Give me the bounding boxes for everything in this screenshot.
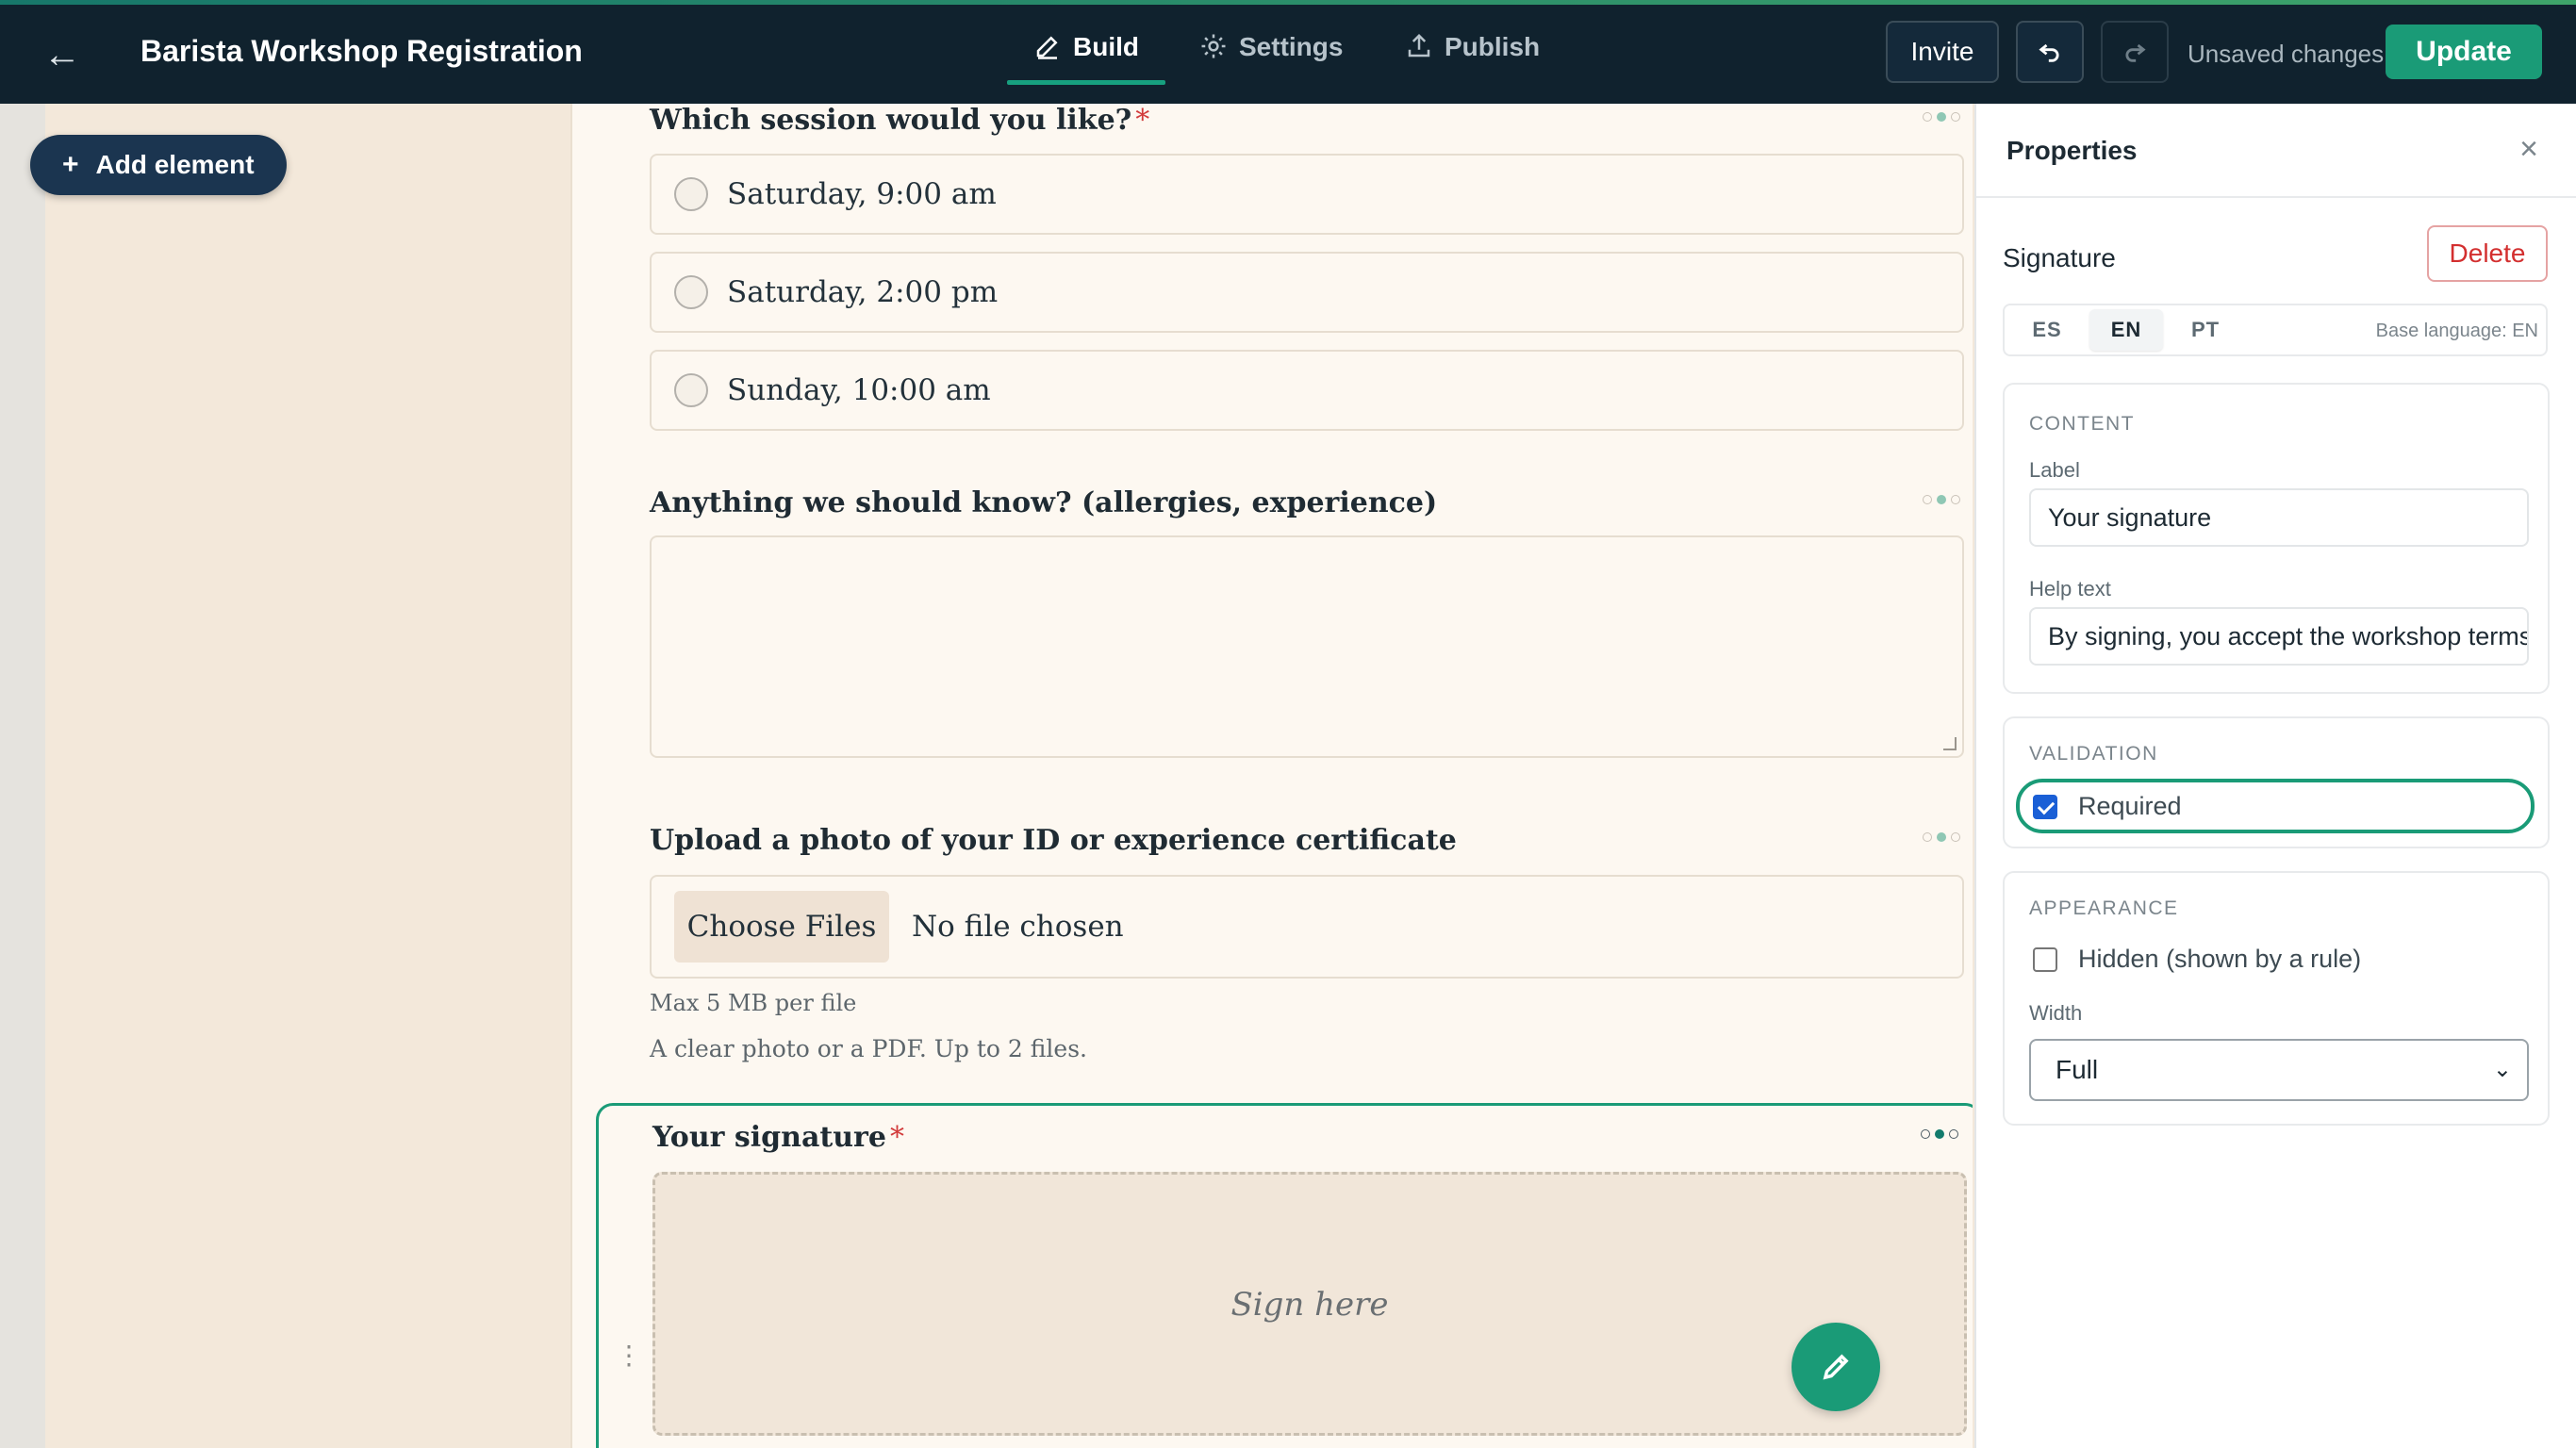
update-button[interactable]: Update <box>2386 25 2542 79</box>
label-input[interactable]: Your signature <box>2029 488 2529 547</box>
close-icon[interactable]: × <box>2512 132 2546 166</box>
validation-heading: VALIDATION <box>2029 743 2158 765</box>
tab-build[interactable]: Build <box>1007 32 1165 85</box>
back-arrow-icon[interactable]: ← <box>41 34 83 75</box>
element-menu-dots-icon[interactable] <box>1923 494 1968 505</box>
left-panel <box>45 104 570 1448</box>
session-option-3[interactable]: Sunday, 10:00 am <box>650 350 1964 431</box>
required-asterisk: * <box>889 1121 904 1154</box>
element-menu-dots-icon[interactable] <box>1923 831 1968 843</box>
choose-files-button[interactable]: Choose Files <box>674 891 889 963</box>
width-field-title: Width <box>2029 1001 2083 1025</box>
upload-icon <box>1408 33 1430 58</box>
required-label: Required <box>2078 792 2182 820</box>
hidden-label: Hidden (shown by a rule) <box>2078 945 2362 973</box>
radio-button[interactable] <box>674 275 708 309</box>
tab-settings-label: Settings <box>1239 32 1344 61</box>
properties-title: Properties <box>2006 136 2138 165</box>
radio-button[interactable] <box>674 177 708 211</box>
undo-button[interactable] <box>2016 21 2084 83</box>
notes-question: Anything we should know? (allergies, exp… <box>650 486 1438 519</box>
delete-button[interactable]: Delete <box>2427 225 2548 282</box>
element-menu-dots-icon[interactable] <box>1921 1128 1966 1140</box>
drag-handle-icon[interactable]: ⋮⋮ <box>616 1341 669 1370</box>
hidden-checkbox[interactable] <box>2033 946 2057 972</box>
chevron-down-icon: ⌄ <box>2492 1057 2512 1082</box>
signature-question: Your signature * <box>652 1121 904 1154</box>
add-element-label: Add element <box>95 150 255 179</box>
base-language-note: Base language: EN <box>2375 321 2538 341</box>
pencil-icon <box>1036 36 1058 59</box>
content-card: CONTENT Label Your signature Help text B… <box>2003 383 2550 694</box>
form-title: Barista Workshop Registration <box>140 34 583 68</box>
file-upload-field[interactable]: Choose Files No file chosen <box>650 875 1964 979</box>
invite-button[interactable]: Invite <box>1886 21 1999 83</box>
lang-tab-es[interactable]: ES <box>2010 309 2084 351</box>
hidden-toggle[interactable]: Hidden (shown by a rule) <box>2033 945 2361 974</box>
required-checkbox[interactable] <box>2033 794 2057 819</box>
option-label: Sunday, 10:00 am <box>727 373 991 407</box>
upload-limit-note: Max 5 MB per file <box>650 990 857 1016</box>
undo-icon <box>2039 43 2059 62</box>
appearance-card: APPEARANCE Hidden (shown by a rule) Widt… <box>2003 871 2550 1126</box>
required-toggle[interactable]: Required <box>2033 792 2182 821</box>
required-asterisk: * <box>1135 104 1150 137</box>
notes-textarea[interactable] <box>650 535 1964 758</box>
tab-settings[interactable]: Settings <box>1199 32 1343 83</box>
left-edge-strip <box>0 104 45 1448</box>
element-menu-dots-icon[interactable] <box>1923 111 1968 123</box>
sign-here-placeholder: Sign here <box>1230 1286 1389 1324</box>
help-text-input[interactable]: By signing, you accept the workshop term… <box>2029 607 2529 666</box>
form-canvas: Which session would you like? * Saturday,… <box>570 104 1973 1448</box>
tab-publish[interactable]: Publish <box>1405 32 1540 83</box>
gear-icon <box>1201 34 1226 58</box>
save-status: Unsaved changes <box>2188 40 2385 68</box>
pencil-icon <box>1823 1354 1849 1380</box>
lang-tab-en[interactable]: EN <box>2089 309 2163 351</box>
accent-line <box>0 0 2576 5</box>
signature-question-label: Your signature <box>652 1121 886 1154</box>
appearance-heading: APPEARANCE <box>2029 897 2179 919</box>
help-text-field-title: Help text <box>2029 577 2111 601</box>
plus-icon: + <box>62 149 79 180</box>
tab-publish-label: Publish <box>1445 32 1541 61</box>
content-heading: CONTENT <box>2029 413 2135 435</box>
properties-header: Properties × <box>1976 104 2576 198</box>
properties-panel: Properties × Signature Delete ES EN PT B… <box>1974 104 2576 1448</box>
signature-pad[interactable]: Sign here <box>652 1172 1967 1436</box>
width-select-value: Full <box>2056 1055 2099 1084</box>
top-bar: ← Barista Workshop Registration Build Se… <box>0 0 2576 104</box>
validation-card: VALIDATION Required <box>2003 716 2550 848</box>
file-status: No file chosen <box>912 910 1124 944</box>
session-question: Which session would you like? * <box>650 104 1149 137</box>
upload-help-text: A clear photo or a PDF. Up to 2 files. <box>650 1035 1087 1062</box>
session-option-1[interactable]: Saturday, 9:00 am <box>650 154 1964 235</box>
label-field-title: Label <box>2029 458 2080 482</box>
signature-element-selected[interactable]: Your signature * ⋮⋮ Sign here <box>596 1103 1973 1448</box>
element-type: Signature <box>2003 243 2116 272</box>
redo-icon <box>2125 43 2146 62</box>
session-option-2[interactable]: Saturday, 2:00 pm <box>650 252 1964 333</box>
draw-signature-button[interactable] <box>1792 1323 1880 1411</box>
width-select[interactable]: Full ⌄ <box>2029 1039 2529 1101</box>
language-switcher: ES EN PT Base language: EN <box>2003 304 2548 356</box>
lang-tab-pt[interactable]: PT <box>2169 309 2242 351</box>
resize-grip-icon[interactable] <box>1943 737 1957 750</box>
option-label: Saturday, 9:00 am <box>727 177 997 211</box>
redo-button[interactable] <box>2101 21 2169 83</box>
upload-question: Upload a photo of your ID or experience … <box>650 824 1457 857</box>
session-question-label: Which session would you like? <box>650 104 1132 137</box>
add-element-button[interactable]: + Add element <box>30 135 287 195</box>
option-label: Saturday, 2:00 pm <box>727 275 999 309</box>
tab-build-label: Build <box>1073 32 1139 61</box>
radio-button[interactable] <box>674 373 708 407</box>
